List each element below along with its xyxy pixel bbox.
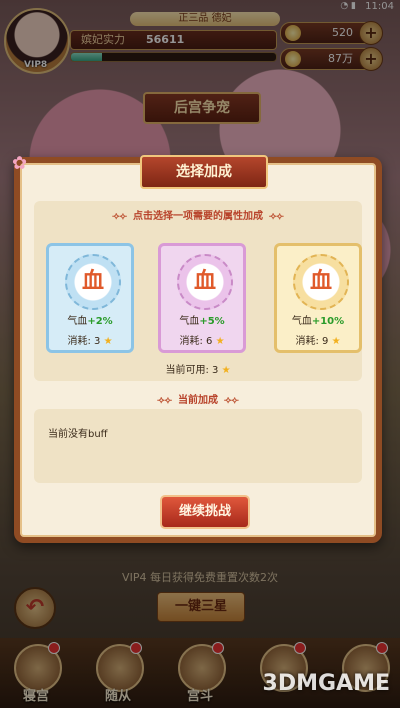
ornament-icon: ⟢⟣ [224, 395, 239, 406]
star-icon: ★ [215, 336, 225, 347]
bonus-cost: 消耗: 9 ★ [295, 336, 341, 347]
star-icon: ★ [103, 336, 113, 347]
star-icon: ★ [221, 365, 231, 376]
watermark: 3DMGAME [262, 671, 390, 696]
bonus-card-small[interactable]: 血 气血+2% 消耗: 3 ★ [46, 243, 134, 353]
bonus-cost: 消耗: 6 ★ [179, 336, 225, 347]
blood-emblem-icon: 血 [293, 254, 349, 310]
ornament-icon: ⟢⟣ [269, 211, 284, 222]
available-points: 当前可用: 3 ★ [165, 365, 231, 376]
bonus-card-medium[interactable]: 血 气血+5% 消耗: 6 ★ [158, 243, 246, 353]
current-buff-text: 当前没有buff [48, 429, 108, 440]
bonus-card-large[interactable]: 血 气血+10% 消耗: 9 ★ [274, 243, 362, 353]
ornament-icon: ⟢⟣ [112, 211, 127, 222]
current-buff-panel [34, 409, 362, 483]
bonus-attribute: 气血+5% [179, 316, 225, 327]
bonus-attribute: 气血+10% [291, 316, 345, 327]
continue-challenge-button[interactable]: 继续挑战 [160, 495, 250, 529]
dialog-title: 选择加成 [140, 155, 268, 189]
blossom-icon: ✿ [12, 153, 28, 174]
star-icon: ★ [331, 336, 341, 347]
bonus-cost: 消耗: 3 ★ [67, 336, 113, 347]
bonus-select-dialog: ✿ 选择加成 ⟢⟣ 点击选择一项需要的属性加成 ⟢⟣ 血 气血+2% 消耗: 3 ★… [12, 153, 382, 543]
current-buff-heading: ⟢⟣ 当前加成 ⟢⟣ [157, 395, 239, 406]
bonus-attribute: 气血+2% [67, 316, 113, 327]
blood-emblem-icon: 血 [177, 254, 233, 310]
ornament-icon: ⟢⟣ [157, 395, 172, 406]
dialog-hint: ⟢⟣ 点击选择一项需要的属性加成 ⟢⟣ [112, 211, 284, 222]
blood-emblem-icon: 血 [65, 254, 121, 310]
